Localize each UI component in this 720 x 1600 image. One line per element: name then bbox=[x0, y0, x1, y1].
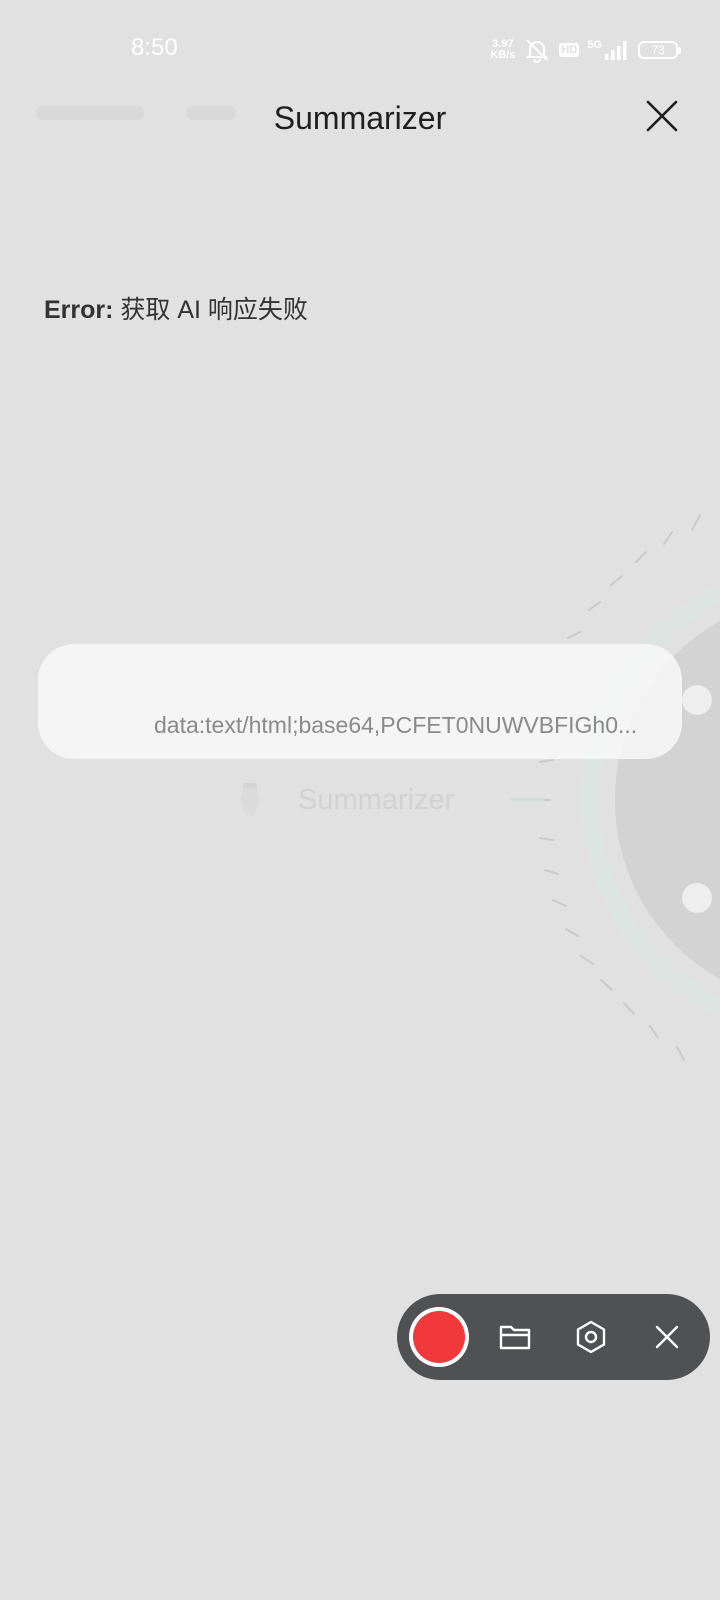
background-dash bbox=[510, 798, 544, 801]
close-recorder-button[interactable] bbox=[647, 1317, 687, 1357]
url-text: data:text/html;base64,PCFET0NUWVBFIGh0..… bbox=[154, 712, 638, 738]
settings-icon bbox=[576, 1320, 606, 1354]
record-button[interactable] bbox=[409, 1307, 469, 1367]
url-bar[interactable]: data:text/html;base64,PCFET0NUWVBFIGh0..… bbox=[38, 644, 682, 759]
background-summarizer-item: Summarizer bbox=[234, 780, 454, 820]
folder-icon bbox=[499, 1325, 531, 1350]
screen-recorder-toolbar bbox=[397, 1294, 710, 1380]
flashlight-icon bbox=[240, 783, 260, 816]
settings-button[interactable] bbox=[571, 1317, 611, 1357]
background-summarizer-label: Summarizer bbox=[298, 783, 455, 816]
close-icon bbox=[655, 1325, 679, 1349]
folder-button[interactable] bbox=[495, 1317, 535, 1357]
